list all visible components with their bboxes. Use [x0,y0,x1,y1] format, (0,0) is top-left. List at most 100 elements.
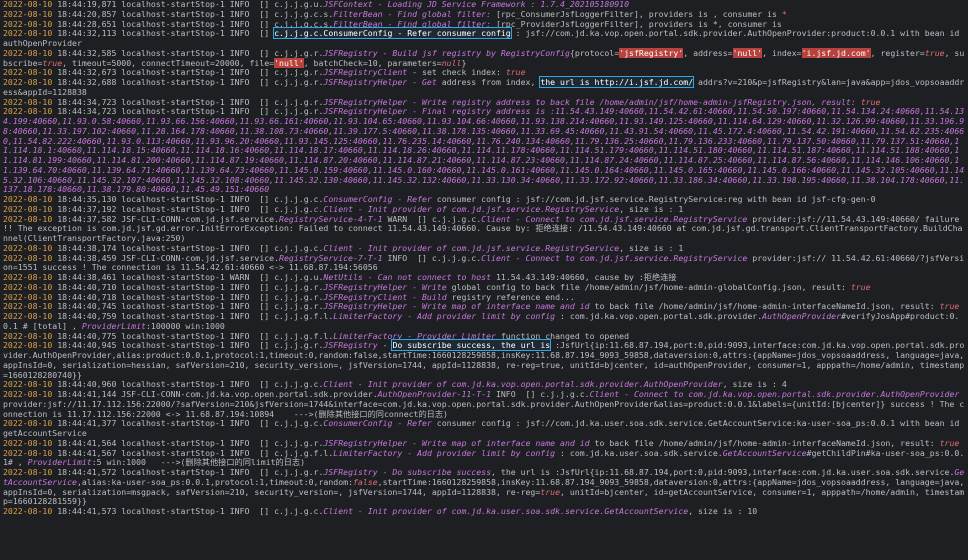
log-text: c.Client - Init provider of com.jd.jsf.s… [313,203,620,214]
log-text: 18:44:40,718 localhost-startStop-1 INFO … [52,291,324,302]
log-text: true [860,96,881,107]
log-text: , batchCheck=10, parameters= [303,57,442,68]
log-text: to back file /home/admin/jsf/home-admin-… [589,301,940,312]
log-line: 2022-08-10 18:44:37,582 JSF-CLI-CONN-com… [3,213,965,244]
log-text: , the url is :JsfUrl{ip:11.68.87.194,por… [491,467,955,477]
log-text: , index= [762,47,802,58]
log-text: registry reference end... [446,291,575,302]
log-line: 2022-08-10 18:44:32,113 localhost-startS… [3,27,965,49]
log-text: 18:44:32,585 localhost-startStop-1 INFO … [52,47,324,58]
log-text: 18:44:28,651 localhost-startStop-1 INFO … [52,18,334,29]
highlight-value: 'jsfRegistry' [619,47,684,58]
log-text: 2022-08-10 [3,379,53,390]
log-text: to back file /home/admin/jsf/home-admin-… [589,437,940,448]
log-text: LimiterFactory - Add provider limit by c… [333,311,556,321]
log-line: 2022-08-10 18:44:40,945 localhost-startS… [3,339,965,380]
log-text: JSFRegistryHelper - Get [323,77,437,87]
log-text: , size is : 1 [619,242,684,253]
log-text: JSFRegistryHelper - Write registry addre… [323,96,861,107]
log-text: 18:44:40,710 localhost-startStop-1 INFO … [52,281,324,292]
log-text: function changed to opened [495,330,630,341]
log-text: 2022-08-10 [3,418,53,429]
log-text: 2022-08-10 [3,311,53,321]
log-text: 2022-08-10 [3,252,53,263]
log-text: 18:44:38,174 localhost-startStop-1 INFO … [52,242,324,253]
log-console[interactable]: 2022-08-10 18:44:19,871 localhost-startS… [0,0,968,560]
log-text: Client - Connect to com.jd.ka.vop.open.p… [589,389,960,399]
log-text: true [850,281,871,292]
log-text: address from index, [436,77,541,87]
log-text: , size is : 4 [722,379,787,390]
log-text: 2022-08-10 [3,340,53,351]
log-text: Client - Connect to com.jd.jsf.service.R… [481,252,748,263]
log-text: 2022-08-10 [3,67,53,78]
log-line: 2022-08-10 18:44:41,567 localhost-startS… [3,447,965,469]
log-text: 2022-08-10 [3,96,53,107]
log-text: - [377,340,393,351]
log-text: JSFRegistry [323,340,378,351]
log-text: [rpc_ConsumerJsfLoggerFilter], providers… [495,8,782,19]
log-text: 2022-08-10 [3,18,53,29]
log-text: JSFRegistry - Build jsf registry by Regi… [323,47,570,58]
highlight-value: 'i.jsf.jd.com' [801,47,871,58]
log-text: 18:44:34,723 localhost-startStop-1 INFO … [52,106,324,117]
log-line: 2022-08-10 18:44:40,759 localhost-startS… [3,311,965,332]
log-text: , size is : 1 [619,203,684,214]
highlight-box: the url is http://i.jsf.jd.com/ [539,76,695,88]
log-text: 18:44:40,775 localhost-startStop-1 INFO … [52,330,334,341]
log-text: 2022-08-10 [3,330,53,341]
log-text: FilterBean - Find global filter: [333,8,496,19]
log-text: Client - Connect to com.jd.jsf.service.R… [481,213,748,224]
log-text: 2022-08-10 [3,77,53,87]
log-text: global config to back file /home/admin/j… [446,281,851,292]
highlight-value: 'null' [274,57,304,68]
log-text: ConsumerConfig - Refer [323,418,432,429]
log-text: NetUtils - Can not connect to host [323,272,492,282]
log-text: 18:44:41,573 localhost-startStop-1 INFO … [52,506,324,516]
log-text: WARN [] c.j.j.g.c. [382,213,482,224]
log-text: AuthOpenProvider-11-T-1 [377,389,492,399]
log-text: 2022-08-10 [3,242,53,253]
log-text: RegistryService-7-T-1 [279,252,383,263]
log-text: consumer config : jsf://com.jd.jsf.servi… [431,194,876,204]
log-text: false [353,476,378,487]
log-text: , timeout=5000, connectTimeout=20000, fi… [62,57,275,68]
log-text: } [461,57,467,68]
log-text: JSFContext [323,0,373,9]
log-text: , address= [683,47,733,58]
log-line: 2022-08-10 18:44:41,573 localhost-startS… [3,506,965,517]
log-text: true [505,67,526,78]
log-text: 18:44:41,564 localhost-startStop-1 INFO … [52,437,324,448]
log-text: 2022-08-10 [3,506,53,516]
log-text: JSFRegistry - Do subscribe success [323,467,492,477]
log-text: 2022-08-10 [3,28,53,39]
log-text: true [42,57,63,68]
log-text: 2022-08-10 [3,272,53,282]
log-text: 18:44:32,688 localhost-startStop-1 INFO … [52,77,324,87]
log-text: LimiterFactory - Provider Limiter [333,330,496,341]
log-text: 2022-08-10 [3,213,53,224]
log-text: 18:44:41,144 JSF-CLI-CONN-com.jd.ka.vop.… [52,389,378,399]
log-text: 18:44:40,759 localhost-startStop-1 INFO … [52,311,334,321]
log-text: 18:44:37,192 localhost-startStop-1 INFO … [52,203,314,214]
log-text: RegistryService-4-T-1 [279,213,383,224]
log-text: true [939,301,960,312]
log-text: 18:44:40,960 localhost-startStop-1 INFO … [52,379,324,390]
log-text: 2022-08-10 [3,8,53,19]
log-text: ConsumerConfig - Refer [323,194,432,204]
log-text: 2022-08-10 [3,47,53,58]
log-text: FilterBean - Find global filter: [333,18,496,29]
log-text: 2022-08-10 [3,106,53,117]
log-text: 18:44:41,377 localhost-startStop-1 INFO … [52,418,324,429]
log-text: - set check index: [407,67,506,78]
log-text: INFO [] c.j.j.g.c. [382,252,482,263]
log-text: 11.54.43.149:40660, cause by :拒绝连接 [491,272,677,282]
log-text: Client - Init provider of com.jd.ka.vop.… [323,379,723,390]
log-text: * [781,8,787,19]
log-text: 18:44:38,459 JSF-CLI-CONN-com.jd.jsf.ser… [52,252,280,263]
log-text: : com.jd.ka.user.soa.sdk.service. [555,447,723,458]
log-text: JSFRegistryClient - Build [323,291,447,302]
log-text: JSFRegistryHelper - Write map of interfa… [323,437,590,448]
log-text: 18:44:41,572 localhost-startStop-1 INFO … [52,467,324,477]
log-text: true [540,486,561,497]
